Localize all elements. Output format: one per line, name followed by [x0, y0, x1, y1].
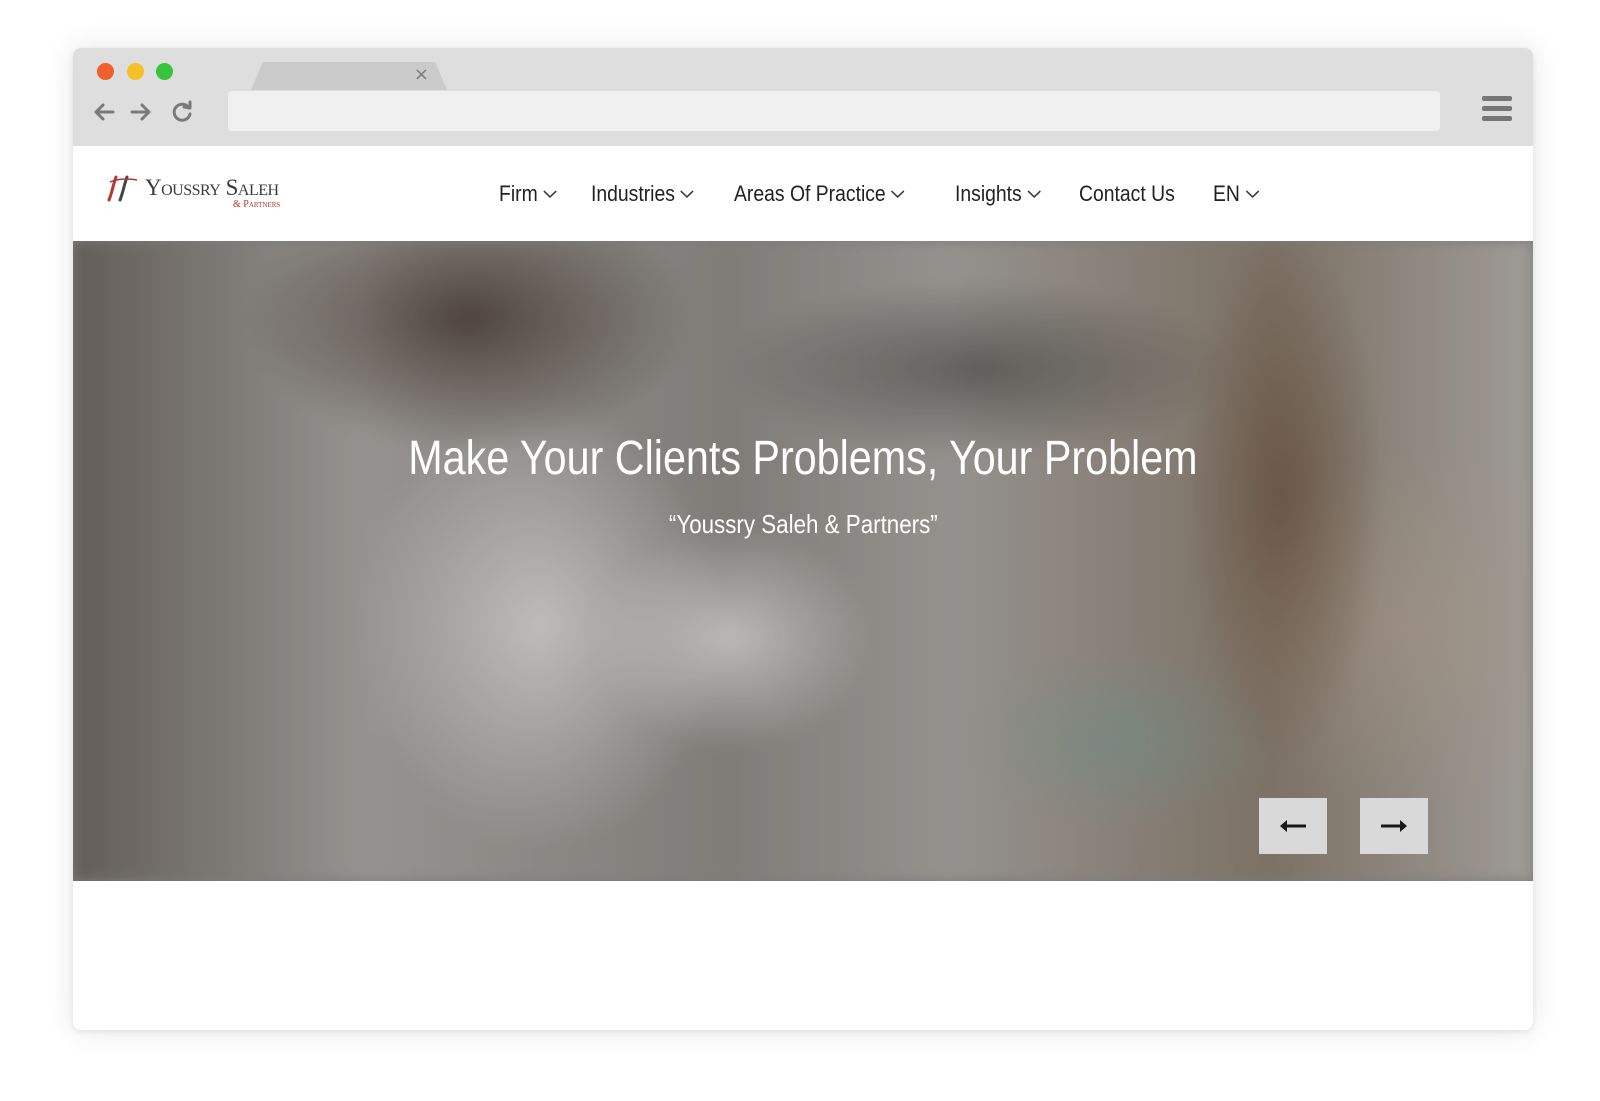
hero-subtitle: “Youssry Saleh & Partners”: [668, 509, 938, 539]
minimize-window-button[interactable]: [127, 63, 144, 80]
nav-item-label: Contact Us: [1078, 181, 1175, 206]
browser-menu-icon[interactable]: [1482, 96, 1512, 124]
browser-toolbar: ×: [73, 48, 1533, 146]
arrow-right-icon: [1381, 820, 1407, 832]
browser-tab[interactable]: ×: [251, 62, 447, 90]
browser-window: × Youssry Saleh & Partners Firm Industri…: [73, 48, 1533, 1030]
nav-item-industries[interactable]: Industries: [591, 181, 694, 207]
logo-mark-icon: [107, 175, 138, 202]
language-selector[interactable]: EN: [1213, 181, 1260, 207]
chevron-down-icon: [680, 190, 694, 199]
chevron-down-icon: [891, 190, 906, 199]
nav-item-label: EN: [1213, 181, 1241, 206]
maximize-window-button[interactable]: [156, 63, 173, 80]
logo-sub: & Partners: [233, 199, 281, 210]
tab-close-icon[interactable]: ×: [414, 64, 429, 86]
chevron-down-icon: [543, 190, 557, 199]
nav-item-label: Insights: [954, 181, 1022, 206]
main-nav: Firm Industries Areas Of Practice Insigh…: [499, 176, 1292, 212]
chevron-down-icon: [1027, 190, 1041, 199]
arrow-left-icon: [1280, 820, 1306, 832]
reload-icon: [172, 100, 192, 122]
forward-button[interactable]: [125, 96, 157, 128]
site-header: Youssry Saleh & Partners Firm Industries…: [73, 146, 1533, 241]
slider-next-button[interactable]: [1360, 798, 1428, 854]
nav-item-firm[interactable]: Firm: [499, 181, 557, 207]
nav-item-contact-us[interactable]: Contact Us: [1079, 181, 1175, 207]
nav-item-areas-of-practice[interactable]: Areas Of Practice: [734, 181, 906, 207]
address-bar[interactable]: [228, 91, 1440, 131]
arrow-left-icon: [94, 103, 115, 121]
nav-item-label: Firm: [499, 181, 538, 206]
nav-item-label: Areas Of Practice: [734, 181, 887, 206]
nav-item-label: Industries: [590, 181, 675, 206]
nav-item-insights[interactable]: Insights: [955, 181, 1041, 207]
back-button[interactable]: [88, 96, 120, 128]
close-window-button[interactable]: [97, 63, 114, 80]
logo-name: Youssry Saleh: [145, 175, 279, 200]
hero-slider: Make Your Clients Problems, Your Problem…: [73, 241, 1533, 881]
site-logo[interactable]: Youssry Saleh & Partners: [107, 173, 307, 213]
slider-prev-button[interactable]: [1259, 798, 1327, 854]
reload-button[interactable]: [166, 96, 198, 128]
hero-title: Make Your Clients Problems, Your Problem: [408, 432, 1198, 485]
arrow-right-icon: [130, 103, 151, 121]
chevron-down-icon: [1246, 190, 1260, 199]
